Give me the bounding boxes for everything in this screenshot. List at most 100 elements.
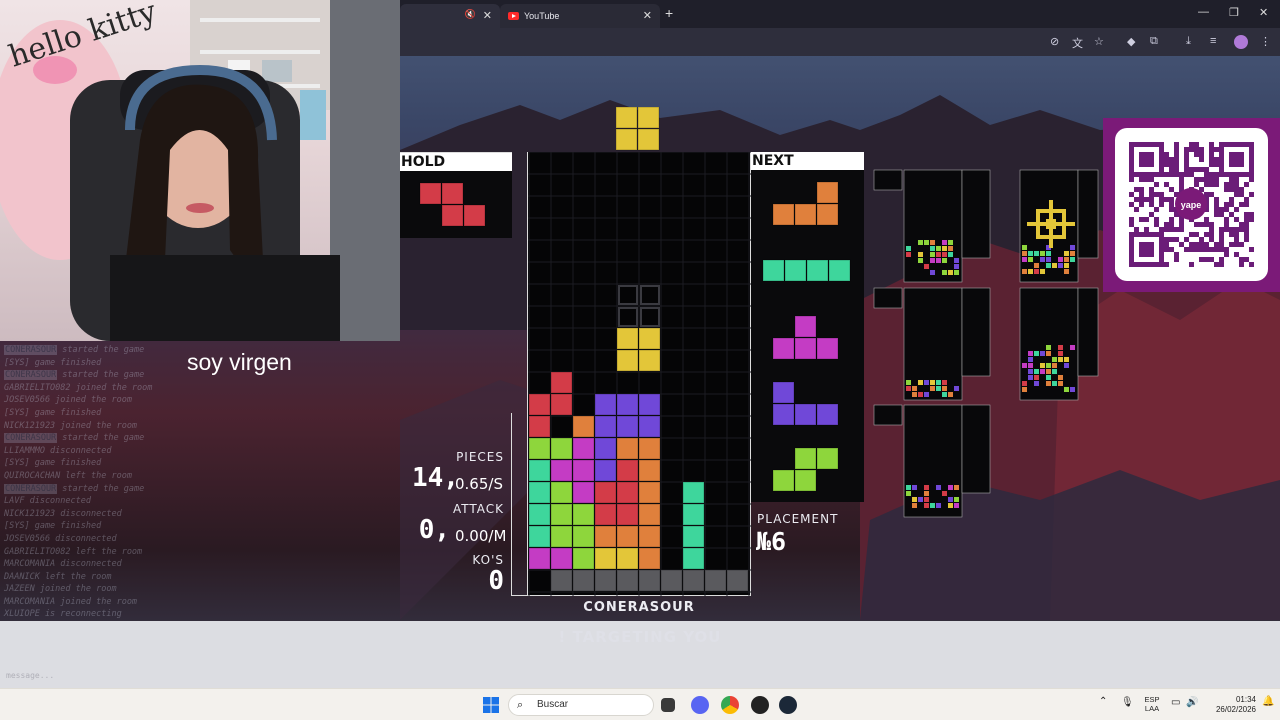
stack-block — [638, 415, 661, 438]
qr-module — [1129, 157, 1134, 162]
app-icon[interactable] — [751, 696, 769, 714]
opponent-block — [924, 392, 929, 397]
qr-module — [1139, 252, 1144, 257]
volume-icon[interactable]: 🔊 — [1186, 698, 1198, 708]
qr-module — [1139, 247, 1144, 252]
chevron-up-icon[interactable]: ⌃ — [1099, 697, 1107, 707]
profile-avatar[interactable] — [1234, 35, 1248, 49]
chat-line: GABRIELITO082 joined the room — [4, 382, 174, 395]
opponent-boards — [873, 169, 1099, 518]
next-block — [794, 469, 817, 492]
next-block — [794, 203, 817, 226]
qr-module — [1159, 262, 1164, 267]
qr-module — [1234, 172, 1239, 177]
player-name: CONERASOUR — [583, 600, 695, 615]
qr-module — [1204, 167, 1209, 172]
chat-input-placeholder[interactable]: message... — [6, 671, 54, 680]
windows-start-icon[interactable] — [482, 696, 500, 714]
chrome-icon[interactable] — [721, 696, 739, 714]
qr-module — [1209, 142, 1214, 147]
media-icon[interactable]: ≡ — [1210, 35, 1216, 47]
microphone-icon[interactable]: 🎙 — [1121, 698, 1134, 708]
qr-module — [1139, 197, 1144, 202]
webcam-feed: hello kitty — [0, 0, 400, 341]
qr-module — [1154, 182, 1159, 187]
opponent-block — [906, 485, 911, 490]
qr-module — [1214, 182, 1219, 187]
qr-module — [1249, 162, 1254, 167]
qr-module — [1149, 142, 1154, 147]
qr-module — [1134, 142, 1139, 147]
next-block — [772, 469, 795, 492]
qr-module — [1144, 152, 1149, 157]
browser-tab-youtube[interactable]: YouTube ✕ — [500, 4, 660, 28]
qr-module — [1219, 207, 1224, 212]
mute-icon[interactable]: 🔇 — [465, 9, 476, 20]
taskbar-search[interactable]: ⌕ Buscar — [508, 694, 654, 716]
svg-text:yape: yape — [1181, 200, 1202, 210]
eye-off-icon[interactable]: ⊘ — [1050, 35, 1059, 48]
qr-module — [1184, 157, 1189, 162]
qr-module — [1199, 157, 1204, 162]
qr-module — [1219, 262, 1224, 267]
close-tab-icon[interactable]: ✕ — [483, 9, 492, 22]
next-block — [794, 315, 817, 338]
notification-icon[interactable]: 🔔 — [1262, 697, 1274, 707]
translate-icon[interactable]: 文 — [1072, 35, 1083, 51]
qr-module — [1129, 222, 1134, 227]
chat-text: [SYS] game finished — [4, 407, 102, 418]
qr-module — [1239, 152, 1244, 157]
language-indicator[interactable]: ESP LAA — [1142, 695, 1162, 713]
clock[interactable]: 01:34 26/02/2026 — [1204, 695, 1256, 715]
chat-text: started the game — [57, 433, 145, 444]
qr-module — [1174, 152, 1179, 157]
opponent-block — [1046, 251, 1051, 256]
file-explorer-icon[interactable] — [661, 698, 675, 712]
close-icon[interactable]: ✕ — [1259, 6, 1268, 19]
garbage-block — [704, 569, 727, 592]
menu-icon[interactable]: ⋮ — [1260, 35, 1271, 48]
falling-piece — [616, 107, 660, 151]
restore-icon[interactable]: ❐ — [1229, 6, 1239, 19]
chat-line: CONERASOUR started the game — [4, 432, 174, 445]
opponent-block — [942, 258, 947, 263]
download-icon[interactable]: ⤓ — [1186, 35, 1191, 48]
steam-icon[interactable] — [779, 696, 797, 714]
stack-block — [528, 459, 551, 482]
stack-block — [572, 459, 595, 482]
minimize-icon[interactable]: — — [1198, 6, 1209, 18]
qr-module — [1129, 167, 1134, 172]
qr-module — [1244, 217, 1249, 222]
close-tab-icon[interactable]: ✕ — [643, 9, 652, 22]
stack-block — [638, 349, 661, 372]
qr-module — [1224, 247, 1229, 252]
opponent-block — [1070, 251, 1075, 256]
network-icon[interactable]: ▭ — [1171, 698, 1180, 708]
qr-module — [1234, 152, 1239, 157]
extensions-icon[interactable]: ⧉ — [1150, 35, 1158, 48]
chat-line: JOSEV0566 disconnected — [4, 533, 174, 546]
star-icon[interactable]: ☆ — [1094, 35, 1104, 48]
opponent-block — [1058, 345, 1063, 350]
opponent-block — [1022, 245, 1027, 250]
browser-tab[interactable]: 🔇 ✕ — [400, 4, 500, 28]
opponent-block — [1052, 363, 1057, 368]
qr-module — [1204, 257, 1209, 262]
pieces-rate: 0.65/S — [455, 475, 503, 493]
opponent-board — [961, 169, 991, 259]
discord-icon[interactable] — [691, 696, 709, 714]
opponent-block — [1070, 345, 1075, 350]
qr-module — [1159, 232, 1164, 237]
extension-diamond-icon[interactable]: ◆ — [1127, 35, 1135, 48]
qr-module — [1139, 187, 1144, 192]
hold-block — [463, 204, 486, 227]
qr-module — [1154, 222, 1159, 227]
qr-module — [1149, 177, 1154, 182]
qr-module — [1224, 172, 1229, 177]
opponent-board — [873, 287, 903, 309]
qr-module — [1229, 177, 1234, 182]
plus-icon[interactable]: + — [665, 5, 673, 21]
opponent-block — [1046, 257, 1051, 262]
qr-module — [1194, 152, 1199, 157]
opponent-block — [930, 380, 935, 385]
